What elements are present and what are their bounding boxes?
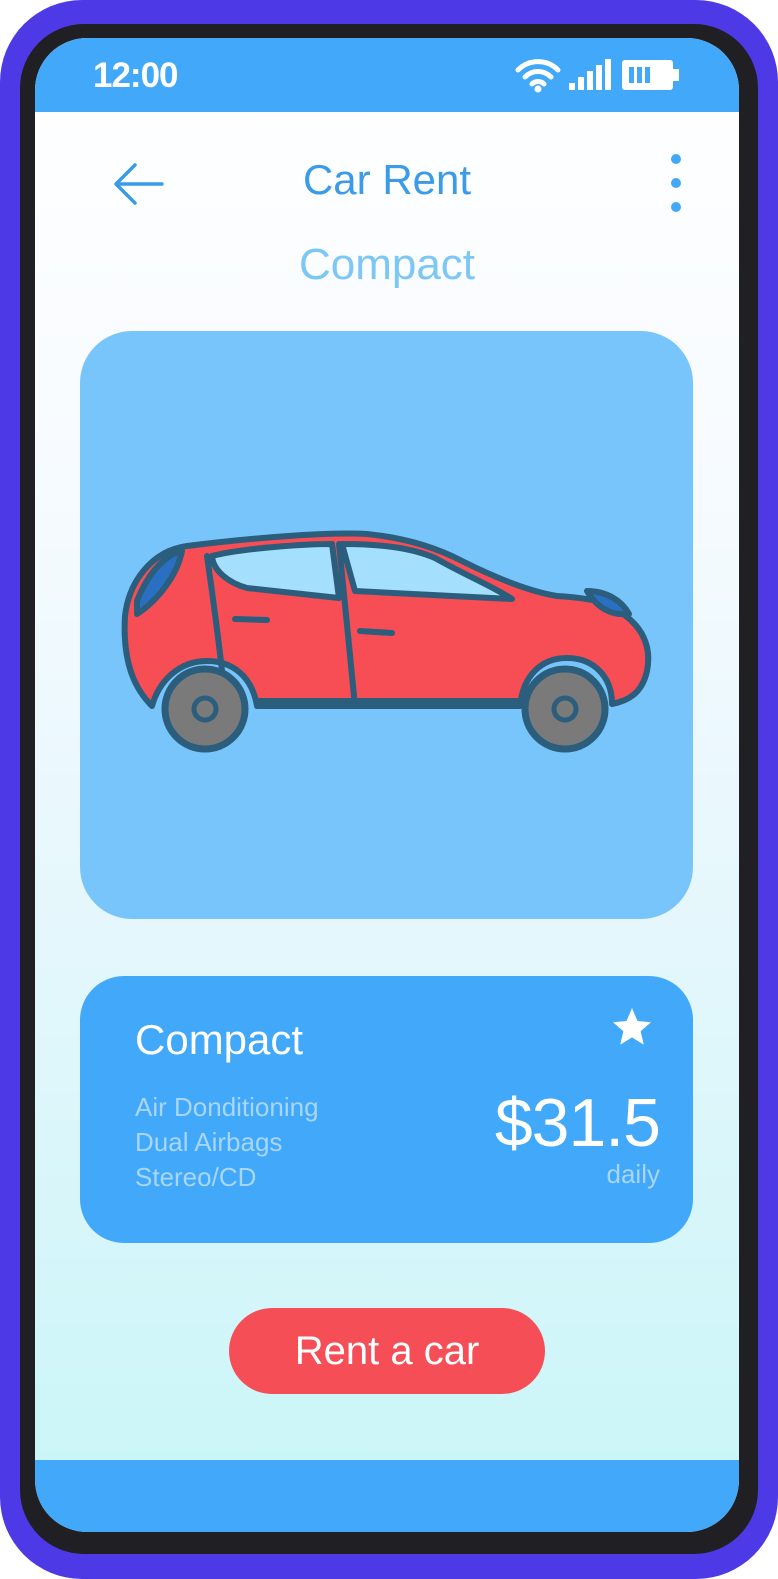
more-vertical-icon[interactable]: [659, 152, 693, 216]
feature-list: Air Donditioning Dual Airbags Stereo/CD: [135, 1090, 319, 1195]
rent-car-button[interactable]: Rent a car: [229, 1308, 545, 1394]
signal-bars-icon: [569, 59, 611, 90]
status-bar: 12:00: [35, 38, 739, 112]
phone-frame: 12:00 Car Rent Compact Compact Air Dondi…: [0, 0, 778, 1579]
battery-icon: [622, 60, 679, 90]
car-name: Compact: [135, 1016, 304, 1063]
feature-item: Stereo/CD: [135, 1162, 257, 1192]
page-title: Car Rent: [302, 156, 472, 203]
wifi-icon: [515, 59, 561, 93]
price-period: daily: [606, 1159, 660, 1189]
star-icon[interactable]: [610, 1006, 654, 1048]
car-image-card: [80, 331, 693, 919]
status-time: 12:00: [93, 56, 179, 95]
screen: 12:00 Car Rent Compact Compact Air Dondi…: [35, 38, 739, 1532]
car-info-card: Compact Air Donditioning Dual Airbags St…: [80, 976, 693, 1243]
red-hatchback-car-illustration: [121, 530, 652, 753]
feature-item: Dual Airbags: [135, 1127, 283, 1157]
price-value: $31.5: [494, 1085, 661, 1161]
bottom-bar: [35, 1460, 739, 1532]
category-heading: Compact: [298, 240, 476, 289]
feature-item: Air Donditioning: [135, 1092, 319, 1122]
